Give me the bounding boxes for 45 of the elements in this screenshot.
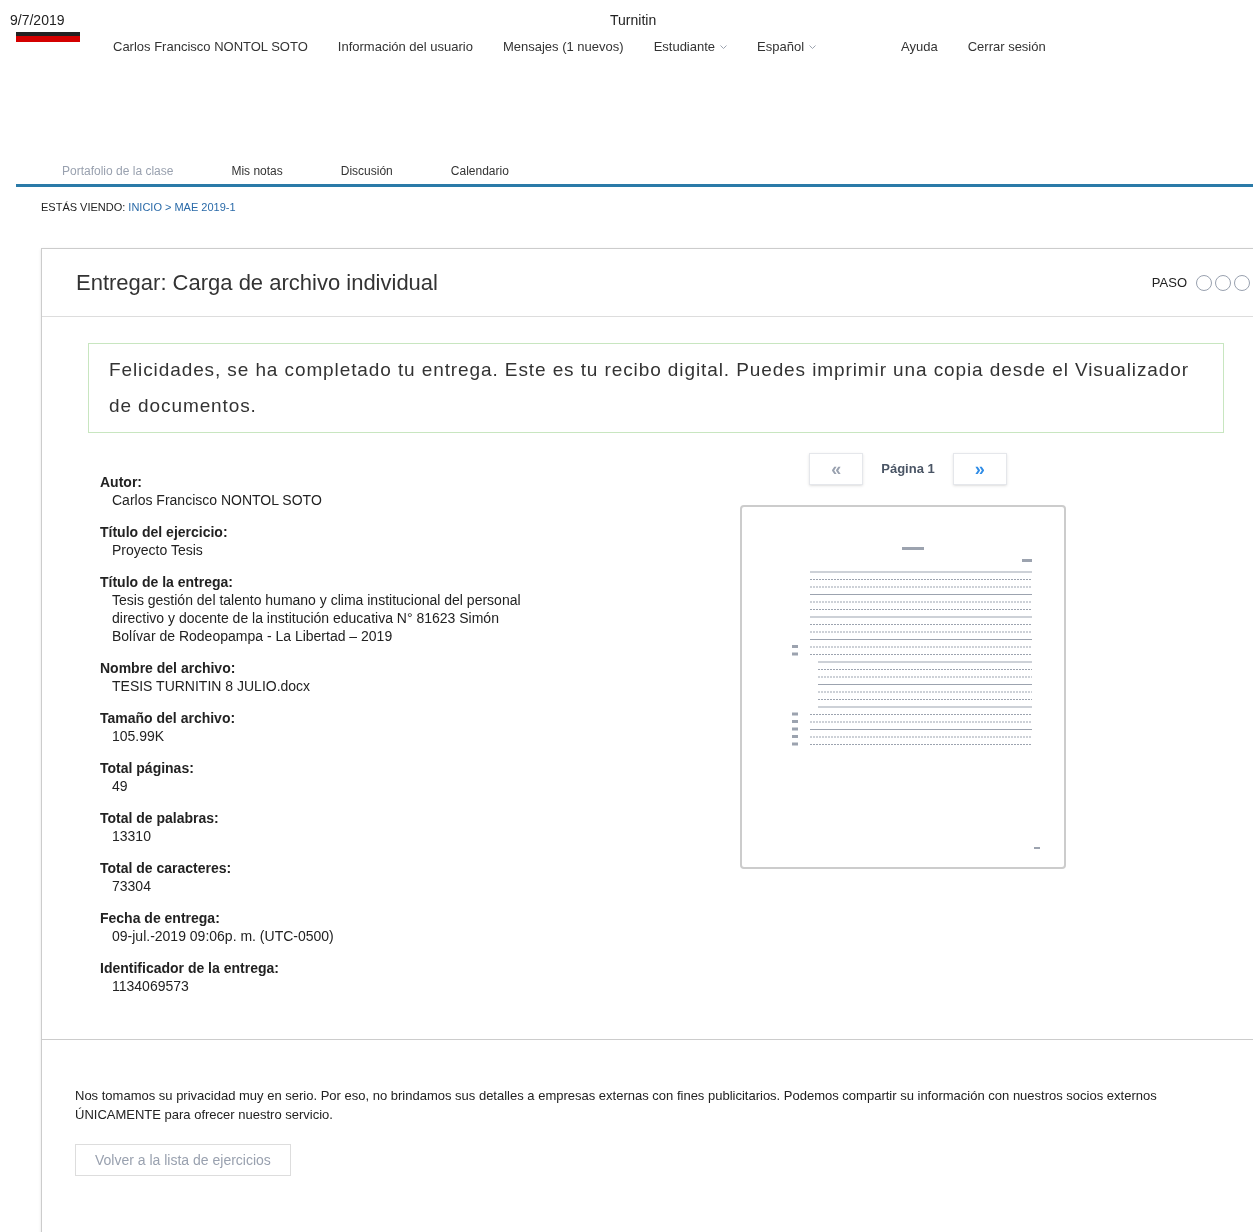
- user-menu-link[interactable]: Estudiante: [653, 37, 728, 57]
- detail-value: Carlos Francisco NONTOL SOTO: [111, 491, 323, 509]
- detail-label: Fecha de entrega:: [100, 909, 221, 927]
- caret-icon: [809, 44, 817, 49]
- user-menu-link[interactable]: Cerrar sesión: [967, 37, 1046, 57]
- detail-label: Identificador de la entrega:: [100, 959, 280, 977]
- detail-value: 13310: [111, 827, 152, 845]
- detail-label: Nombre del archivo:: [100, 659, 237, 677]
- success-banner: Felicidades, se ha completado tu entrega. Este es tu recibo digital. Puedes imprimir una copia desde el Visualizador de documentos.: [88, 343, 1224, 433]
- flag-icon: [16, 32, 80, 42]
- next-page-button[interactable]: »: [952, 453, 1007, 485]
- user-menu-link[interactable]: Español: [757, 37, 817, 57]
- detail-value: 49: [111, 777, 129, 795]
- detail-value: 09-jul.-2019 09:06p. m. (UTC-0500): [111, 927, 335, 945]
- detail-label: Total de caracteres:: [100, 859, 233, 877]
- detail-value: 105.99K: [111, 727, 166, 745]
- detail-label: Autor:: [100, 473, 143, 491]
- breadcrumb-label: ESTÁS VIENDO:: [41, 199, 126, 215]
- course-tab[interactable]: Discusión: [340, 161, 393, 182]
- detail-value: Tesis gestión del talento humano y clima institucional del personal directivo y docente de la institución educativa N° 81623 Simón Bolívar de Rodeopampa - La Libertad – 2019: [111, 591, 522, 645]
- user-menu-link[interactable]: Información del usuario: [337, 37, 473, 57]
- page-indicator: Página 1: [881, 460, 935, 479]
- page-title: Turnitin: [610, 11, 657, 30]
- user-menu-link[interactable]: Ayuda: [901, 37, 938, 57]
- detail-value: Proyecto Tesis: [111, 541, 204, 559]
- detail-label: Tamaño del archivo:: [100, 709, 237, 727]
- detail-label: Total de palabras:: [100, 809, 220, 827]
- detail-value: 73304: [111, 877, 152, 895]
- panel-title: Entregar: Carga de archivo individual: [76, 269, 439, 297]
- user-menu-link[interactable]: Carlos Francisco NONTOL SOTO: [113, 37, 308, 57]
- detail-value: 1134069573: [111, 977, 190, 995]
- privacy-notice: Nos tomamos su privacidad muy en serio. Por eso, no brindamos sus detalles a empresas externas con fines publicitarios. Podemos compartir su información con nuestros socios externos ÚNICAMENTE para ofrecer nuestro servicio.: [75, 1087, 1158, 1124]
- detail-label: Título del ejercicio:: [100, 523, 229, 541]
- course-tab[interactable]: Mis notas: [231, 161, 283, 182]
- user-menu-link[interactable]: Mensajes (1 nuevos): [502, 37, 624, 57]
- breadcrumb-link[interactable]: INICIO: [128, 198, 162, 215]
- course-tab[interactable]: Calendario: [450, 161, 509, 182]
- breadcrumb-separator: >: [165, 199, 172, 215]
- breadcrumb-link[interactable]: MAE 2019-1: [174, 198, 236, 215]
- date-text: 9/7/2019: [9, 11, 66, 30]
- detail-label: Título de la entrega:: [100, 573, 234, 591]
- detail-value: TESIS TURNITIN 8 JULIO.docx: [111, 677, 312, 695]
- caret-icon: [720, 44, 728, 49]
- detail-label: Total páginas:: [100, 759, 195, 777]
- step-label: PASO: [1151, 273, 1187, 292]
